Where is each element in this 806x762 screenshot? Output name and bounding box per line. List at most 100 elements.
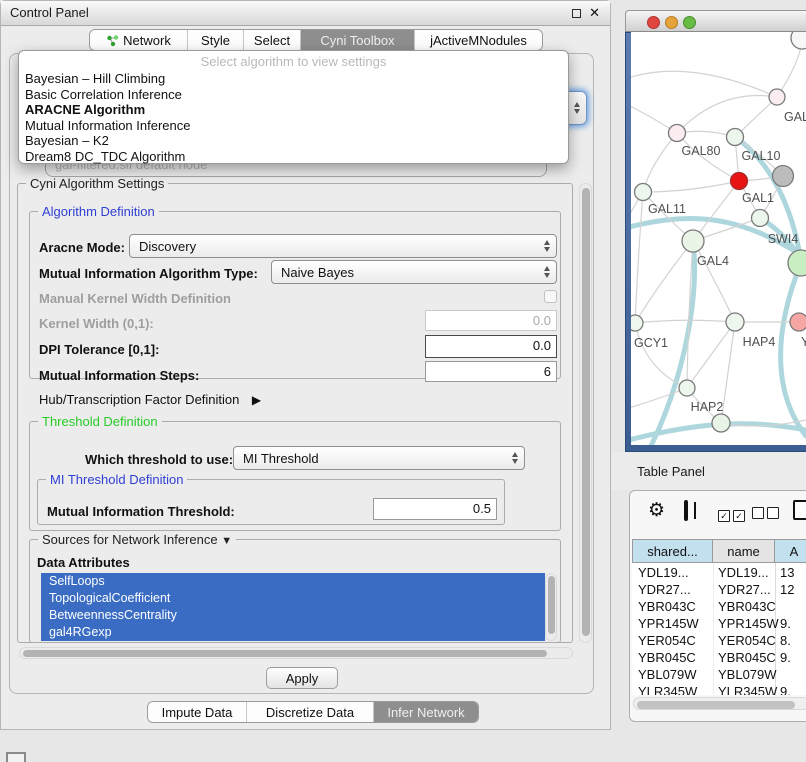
cell[interactable]: 9.: [780, 684, 791, 695]
cell[interactable]: YDL19...: [638, 565, 689, 580]
node-hap4[interactable]: [726, 313, 744, 331]
close-traffic-light[interactable]: [647, 16, 660, 29]
gear-icon[interactable]: ⚙: [648, 501, 665, 521]
node-swi4[interactable]: [752, 210, 769, 227]
list-item-gal4rgexp[interactable]: gal4RGexp: [41, 624, 545, 641]
apply-button[interactable]: Apply: [266, 667, 338, 689]
node-gcy1[interactable]: [631, 315, 643, 331]
node-salmon[interactable]: [790, 313, 806, 331]
tab-impute-data[interactable]: Impute Data: [148, 702, 246, 722]
mi-type-combo[interactable]: Naive Bayes: [271, 260, 557, 284]
which-threshold-combo[interactable]: MI Threshold: [233, 446, 525, 470]
kernel-width-field[interactable]: 0.0: [425, 310, 557, 331]
data-attributes-list: SelfLoops TopologicalCoefficient Between…: [41, 573, 545, 641]
export-table-icon[interactable]: [793, 500, 806, 520]
minimize-traffic-light[interactable]: [665, 16, 678, 29]
tab-infer-network-label: Infer Network: [387, 705, 464, 720]
scrollbar-thumb[interactable]: [548, 576, 555, 634]
aracne-mode-combo[interactable]: Discovery: [129, 234, 557, 258]
column-header-shared[interactable]: shared...: [632, 539, 713, 563]
node-hap2[interactable]: [679, 380, 695, 396]
node-gal-partial[interactable]: [769, 89, 785, 105]
algorithm-option-bayesian-k2[interactable]: Bayesian – K2: [19, 133, 568, 149]
cell[interactable]: YBL079W: [638, 667, 697, 682]
tab-cyni-toolbox[interactable]: Cyni Toolbox: [300, 30, 414, 50]
node-gal1[interactable]: [731, 173, 748, 190]
tab-infer-network[interactable]: Infer Network: [373, 702, 478, 722]
float-window-icon[interactable]: [572, 9, 581, 18]
node-label: GCY1: [634, 336, 668, 350]
mi-steps-field[interactable]: 6: [425, 361, 557, 382]
algorithm-option-basic-correlation[interactable]: Basic Correlation Inference: [19, 87, 568, 103]
node-label: Y: [801, 335, 806, 349]
scrollbar-thumb[interactable]: [637, 701, 795, 709]
scrollbar-thumb[interactable]: [23, 650, 547, 657]
cell[interactable]: 9.: [780, 650, 791, 665]
cell[interactable]: YBL079W: [718, 667, 777, 682]
cell[interactable]: YER054C: [718, 633, 776, 648]
zoom-traffic-light[interactable]: [683, 16, 696, 29]
node-unlabeled-top[interactable]: [791, 32, 806, 49]
tab-select[interactable]: Select: [243, 30, 300, 50]
cell[interactable]: 9.: [780, 616, 791, 631]
algorithm-option-bayesian-hill-climbing[interactable]: Bayesian – Hill Climbing: [19, 71, 568, 87]
expand-arrow-icon[interactable]: ▼: [221, 535, 232, 547]
cell[interactable]: YER054C: [638, 633, 696, 648]
cell[interactable]: 12: [780, 582, 794, 597]
which-threshold-label: Which threshold to use:: [85, 452, 233, 467]
column-header-3[interactable]: A: [774, 539, 806, 563]
cell[interactable]: YPR145W: [718, 616, 779, 631]
tab-jactivemnodules[interactable]: jActiveMNodules: [414, 30, 542, 50]
tab-network[interactable]: Network: [90, 30, 187, 50]
list-item-topologicalcoefficient[interactable]: TopologicalCoefficient: [41, 590, 545, 607]
cell[interactable]: YBR045C: [638, 650, 696, 665]
dpi-tolerance-field[interactable]: 0.0: [425, 335, 557, 358]
tab-style[interactable]: Style: [187, 30, 243, 50]
stepper-arrows-icon: [544, 266, 550, 278]
column-divider: [713, 563, 714, 695]
mi-threshold-field[interactable]: 0.5: [373, 498, 497, 520]
close-icon[interactable]: ✕: [589, 1, 600, 25]
network-canvas[interactable]: GAL GAL80 GAL10 GAL1 GAL11 SWI4 GAL4 GCY…: [631, 32, 806, 445]
manual-kernel-checkbox[interactable]: [544, 290, 557, 303]
table-horizontal-scrollbar[interactable]: [633, 697, 806, 710]
node-label: SWI4: [768, 232, 799, 246]
select-all-columns-icon[interactable]: ✓✓: [718, 506, 748, 524]
cell[interactable]: YLR345W: [638, 684, 697, 695]
cell[interactable]: YBR045C: [718, 650, 776, 665]
list-item-betweennesscentrality[interactable]: BetweennessCentrality: [41, 607, 545, 624]
column-layout-icon[interactable]: [684, 500, 688, 521]
screen: Control Panel ✕ Network Style Select: [0, 0, 806, 762]
cell[interactable]: YBR043C: [718, 599, 776, 614]
minimized-panel-stub[interactable]: [6, 752, 26, 762]
node-gray[interactable]: [773, 166, 794, 187]
node-bright-green[interactable]: [788, 250, 806, 276]
node-gal80[interactable]: [669, 125, 686, 142]
cell[interactable]: 8.: [780, 633, 791, 648]
hub-definition-section[interactable]: Hub/Transcription Factor Definition ▶: [39, 391, 261, 409]
deselect-all-columns-icon[interactable]: [752, 506, 782, 524]
list-item-selfloops[interactable]: SelfLoops: [41, 573, 545, 590]
cell[interactable]: YDR27...: [718, 582, 771, 597]
node-gal10[interactable]: [727, 129, 744, 146]
settings-vertical-scrollbar[interactable]: [579, 183, 592, 643]
scrollbar-thumb[interactable]: [582, 188, 590, 636]
node-gal11[interactable]: [635, 184, 652, 201]
algorithm-option-mutual-information[interactable]: Mutual Information Inference: [19, 118, 568, 134]
node-label: GAL10: [742, 149, 781, 163]
tab-discretize-data[interactable]: Discretize Data: [246, 702, 373, 722]
cell[interactable]: YLR345W: [718, 684, 777, 695]
cell[interactable]: YDL19...: [718, 565, 769, 580]
cell[interactable]: YPR145W: [638, 616, 699, 631]
algorithm-option-dream8[interactable]: Dream8 DC_TDC Algorithm: [19, 149, 568, 165]
node-bottom-green[interactable]: [712, 414, 730, 432]
algorithm-option-aracne[interactable]: ARACNE Algorithm: [19, 102, 568, 118]
tab-cyni-toolbox-label: Cyni Toolbox: [320, 33, 394, 48]
column-header-name[interactable]: name: [712, 539, 775, 563]
cell[interactable]: YDR27...: [638, 582, 691, 597]
cell[interactable]: 13: [780, 565, 794, 580]
node-gal4[interactable]: [682, 230, 704, 252]
attributes-list-vertical-scrollbar[interactable]: [545, 573, 557, 641]
settings-horizontal-scrollbar[interactable]: [19, 647, 573, 659]
cell[interactable]: YBR043C: [638, 599, 696, 614]
